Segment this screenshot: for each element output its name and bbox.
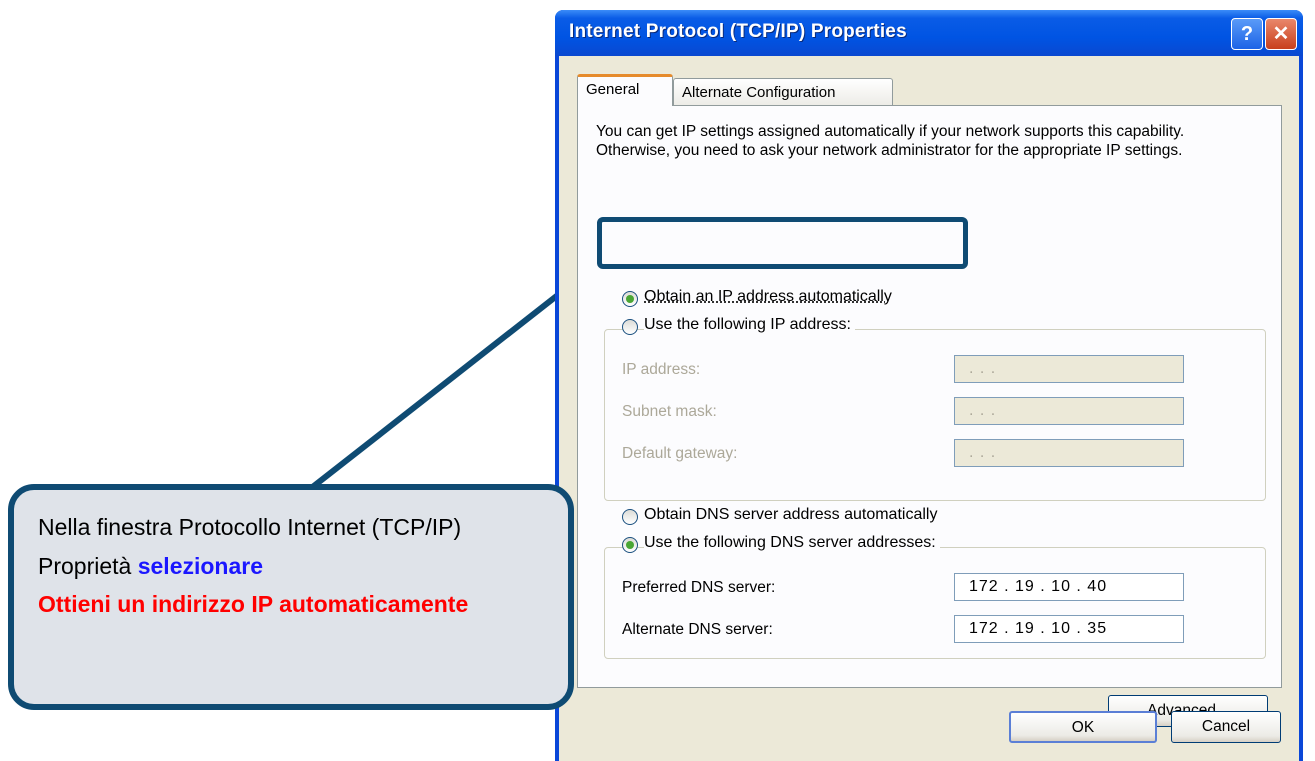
ip-address-label: IP address:	[622, 361, 701, 378]
obtain-ip-auto-radio[interactable]	[622, 291, 638, 307]
callout-text-option: Ottieni un indirizzo IP automaticamente	[38, 591, 469, 617]
preferred-dns-input[interactable]: 172 . 19 . 10 . 40	[954, 573, 1184, 601]
dialog-title: Internet Protocol (TCP/IP) Properties	[569, 21, 907, 42]
cancel-button[interactable]: Cancel	[1171, 711, 1281, 743]
preferred-dns-label: Preferred DNS server:	[622, 579, 776, 596]
title-bar[interactable]: Internet Protocol (TCP/IP) Properties ? …	[555, 10, 1303, 56]
alternate-dns-label: Alternate DNS server:	[622, 621, 773, 638]
obtain-dns-auto-radio[interactable]	[622, 509, 638, 525]
dialog-body: General Alternate Configuration You can …	[559, 56, 1299, 761]
obtain-ip-auto-label[interactable]: Obtain an IP address automatically	[644, 288, 892, 306]
info-text: You can get IP settings assigned automat…	[596, 123, 1185, 159]
instruction-callout: Nella finestra Protocollo Internet (TCP/…	[8, 484, 574, 710]
help-button[interactable]: ?	[1231, 18, 1263, 50]
tab-alternate-configuration[interactable]: Alternate Configuration	[673, 78, 893, 106]
ok-button[interactable]: OK	[1009, 711, 1157, 743]
use-following-dns-radio[interactable]	[622, 537, 638, 553]
callout-text-action: selezionare	[137, 552, 264, 579]
default-gateway-input[interactable]: . . .	[954, 439, 1184, 467]
ip-address-input[interactable]: . . .	[954, 355, 1184, 383]
tcpip-properties-dialog: Internet Protocol (TCP/IP) Properties ? …	[555, 10, 1303, 761]
close-button[interactable]: ✕	[1265, 18, 1297, 50]
use-following-dns-label[interactable]: Use the following DNS server addresses:	[644, 534, 940, 552]
highlight-box	[597, 217, 968, 269]
general-tab-panel: You can get IP settings assigned automat…	[577, 105, 1282, 727]
callout-text: Nella finestra Protocollo Internet (TCP/…	[38, 508, 558, 624]
use-following-ip-label[interactable]: Use the following IP address:	[644, 316, 855, 334]
tab-general[interactable]: General	[577, 74, 673, 106]
alternate-dns-input[interactable]: 172 . 19 . 10 . 35	[954, 615, 1184, 643]
subnet-mask-input[interactable]: . . .	[954, 397, 1184, 425]
subnet-mask-label: Subnet mask:	[622, 403, 717, 420]
obtain-dns-auto-label[interactable]: Obtain DNS server address automatically	[644, 506, 937, 524]
default-gateway-label: Default gateway:	[622, 445, 738, 462]
use-following-ip-radio[interactable]	[622, 319, 638, 335]
